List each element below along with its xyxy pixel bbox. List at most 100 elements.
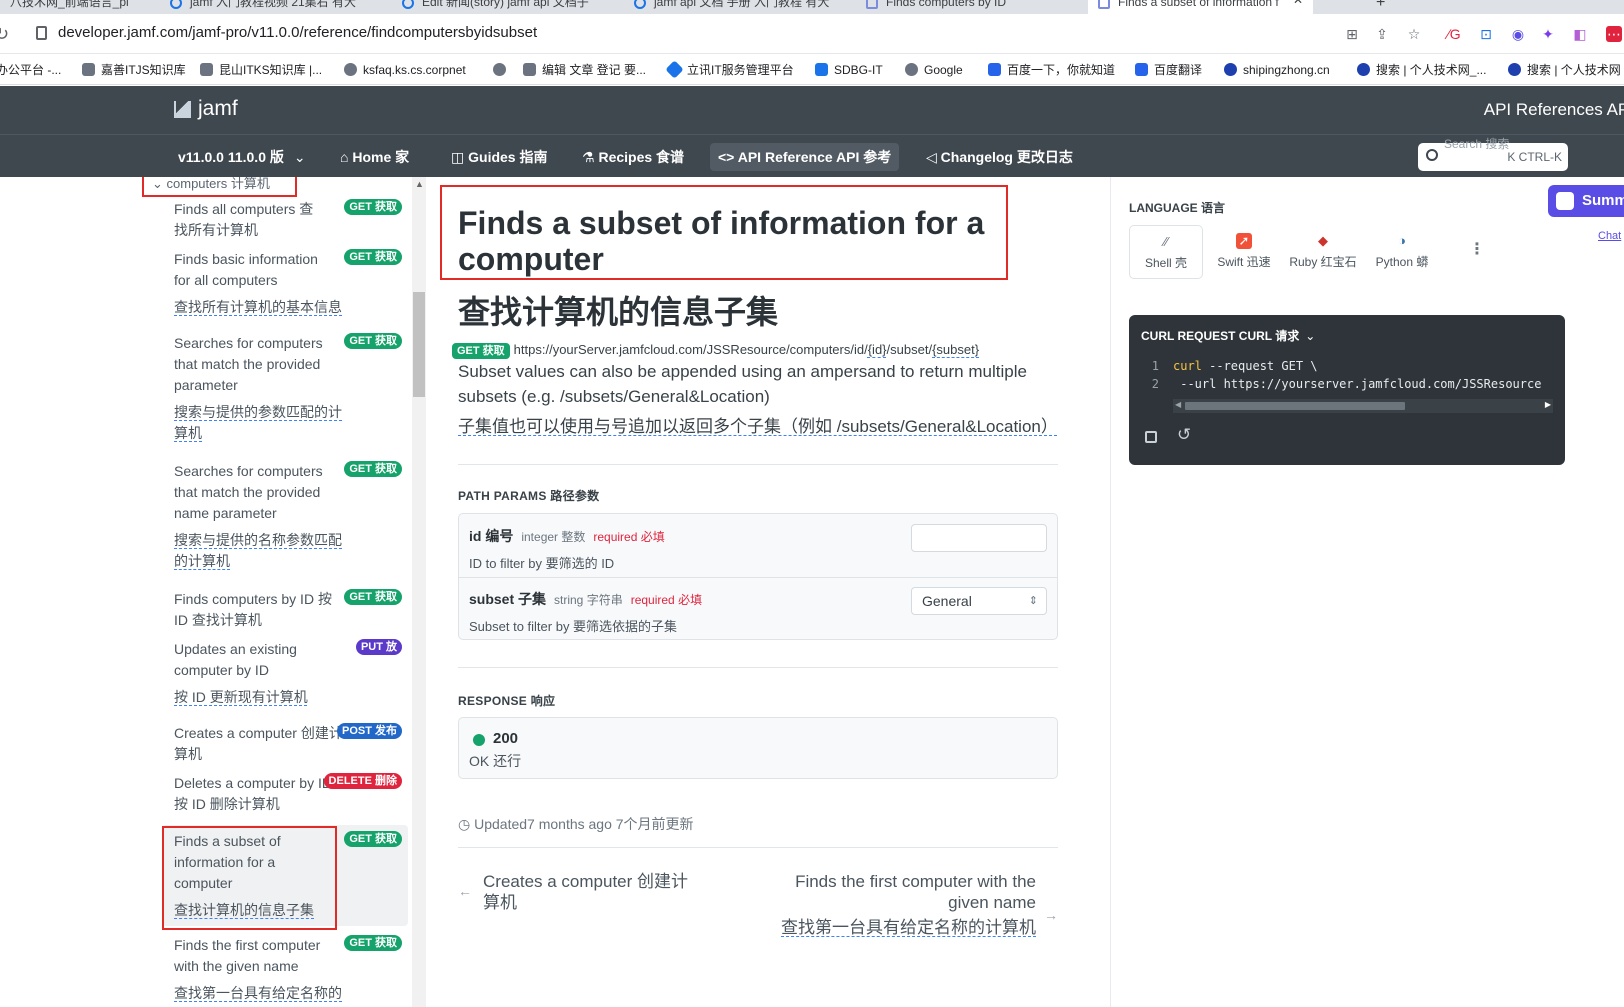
bookmark-icon <box>200 63 213 76</box>
page-title-zh: 查找计算机的信息子集 <box>458 294 779 330</box>
lang-python[interactable]: ◑ Python 蟒 <box>1365 225 1439 279</box>
tab-label: jamf 入门教程视频 21集右 有大 <box>190 0 357 9</box>
copy-icon[interactable] <box>1145 431 1157 443</box>
tab-favicon-icon <box>170 0 182 9</box>
bookmark-item[interactable]: SDBG-IT <box>815 55 883 84</box>
method-badge: GET 获取 <box>344 589 402 605</box>
bookmark-item[interactable]: 编辑 文章 登记 要... <box>523 55 646 84</box>
response-card[interactable]: 200 OK 还行 <box>458 717 1058 779</box>
ruby-icon: ◆ <box>1318 233 1328 248</box>
summarize-button[interactable]: Summ <box>1548 185 1624 217</box>
method-badge: GET 获取 <box>344 333 402 349</box>
tab-close-icon[interactable]: ✕ <box>1293 0 1303 6</box>
lang-ruby[interactable]: ◆ Ruby 红宝石 <box>1286 225 1360 279</box>
sidebar-item[interactable]: Creates a computer 创建计算机 POST 发布 <box>174 723 404 765</box>
browser-tab[interactable]: Edit 新闻(story) jamf api 文档子 <box>392 0 617 14</box>
scroll-right-icon[interactable]: ▶ <box>1545 400 1551 409</box>
search-box[interactable]: Search 搜索 K CTRL-K <box>1418 137 1568 171</box>
extension-icon[interactable]: ⋯ <box>1606 26 1622 42</box>
bookmark-item[interactable]: 搜索 | 个人技术网 <box>1508 55 1621 84</box>
nav-changelog[interactable]: ◁ Changelog 更改日志 <box>918 143 1081 171</box>
translate-extension-icon[interactable]: ⊡ <box>1478 26 1494 42</box>
bookmark-item[interactable]: 办公平台 -... <box>0 55 61 84</box>
browser-tab-active[interactable]: Finds a subset of information f ✕ <box>1088 0 1313 14</box>
bookmark-item[interactable]: 百度一下，你就知道 <box>988 55 1115 84</box>
nav-home[interactable]: ⌂ Home 家 <box>332 143 417 171</box>
bookmark-item[interactable]: shipingzhong.cn <box>1224 55 1330 84</box>
next-page-link[interactable]: Finds the first computer with the given … <box>780 871 1058 938</box>
bookmark-item[interactable]: Google <box>905 55 963 84</box>
code-icon: <> <box>718 149 738 165</box>
arrow-left-icon: ← <box>458 883 472 899</box>
browser-tab[interactable]: jamf 入门教程视频 21集右 有大 <box>160 0 385 14</box>
sidebar-item[interactable]: Finds basic information for all computer… <box>174 249 404 318</box>
extension-icon[interactable]: ◉ <box>1510 26 1526 42</box>
scroll-up-icon[interactable]: ▲ <box>415 179 424 189</box>
extension-icon[interactable]: ∕G <box>1446 26 1462 42</box>
sparkle-icon[interactable]: ✦ <box>1540 26 1556 42</box>
python-icon: ◑ <box>1398 233 1406 248</box>
id-input[interactable] <box>911 524 1047 552</box>
browser-tab[interactable]: Finds computers by ID <box>856 0 1081 14</box>
url-field[interactable]: developer.jamf.com/jamf-pro/v11.0.0/refe… <box>58 24 537 41</box>
reload-icon[interactable]: ↻ <box>0 24 9 45</box>
subset-select[interactable]: General ⇕ <box>911 587 1047 615</box>
sidebar-scrollbar[interactable]: ▲ <box>412 177 426 1007</box>
sidebar-category-computers[interactable]: ⌄ computers 计算机 <box>142 177 297 197</box>
bookmark-item[interactable] <box>493 55 512 84</box>
sidebar-item[interactable]: Finds the first computer with the given … <box>174 935 404 1004</box>
chat-link[interactable]: Chat <box>1598 230 1621 242</box>
sidebar-item[interactable]: Finds computers by ID 按 ID 查找计算机 GET 获取 <box>174 589 404 631</box>
browser-tab[interactable]: jamf api 文档 手册 入门教程 有大 <box>624 0 849 14</box>
sidebar-item[interactable]: Searches for computers that match the pr… <box>174 333 404 444</box>
bookmark-star-icon[interactable]: ☆ <box>1406 26 1422 42</box>
nav-guides[interactable]: ◫ Guides 指南 <box>443 143 555 171</box>
response-label: RESPONSE 响应 <box>458 694 556 708</box>
more-languages-icon[interactable]: ⋮ <box>1469 239 1485 259</box>
scroll-left-icon[interactable]: ◀ <box>1175 400 1181 409</box>
bookmark-icon <box>523 63 536 76</box>
lang-swift[interactable]: ➚ Swift 迅速 <box>1207 225 1281 279</box>
sidebar-item[interactable]: Finds all computers 查找所有计算机 GET 获取 <box>174 199 404 241</box>
share-icon[interactable]: ⇪ <box>1374 26 1390 42</box>
bookmark-item[interactable]: 嘉善ITJS知识库 <box>82 55 186 84</box>
sidebar-item[interactable]: Deletes a computer by ID 按 ID 删除计算机 DELE… <box>174 773 404 815</box>
nav-recipes[interactable]: ⚗ Recipes 食谱 <box>574 143 692 171</box>
curl-request-header[interactable]: CURL REQUEST CURL 请求 ⌄ <box>1141 327 1315 344</box>
bookmark-item[interactable]: 百度翻译 <box>1135 55 1202 84</box>
scrollbar-thumb[interactable] <box>1185 402 1405 410</box>
scrollbar-thumb[interactable] <box>413 292 425 397</box>
new-tab-button[interactable]: + <box>1368 0 1398 14</box>
header-links[interactable]: API References API <box>1484 100 1624 120</box>
code-panel: CURL REQUEST CURL 请求 ⌄ 1 curl --request GE… <box>1129 315 1565 465</box>
method-badge: GET 获取 <box>344 831 402 847</box>
translate-icon[interactable]: ⊞ <box>1344 26 1360 42</box>
prev-page-link[interactable]: ← Creates a computer 创建计算机 <box>458 871 718 913</box>
baidu-icon <box>988 63 1001 76</box>
bookmark-item[interactable]: 昆山ITKS知识库 |... <box>200 55 322 84</box>
tab-label: Edit 新闻(story) jamf api 文档子 <box>422 0 589 9</box>
method-badge: GET 获取 <box>344 935 402 951</box>
param-subset: subset 子集 string 字符串 required 必填 Subset to… <box>469 591 703 634</box>
version-selector[interactable]: v11.0.0 11.0.0 版 ⌄ <box>170 143 314 171</box>
sidebar-item-active[interactable]: Finds a subset of information for a comp… <box>174 831 404 921</box>
lang-shell[interactable]: ∕∕ Shell 壳 <box>1129 225 1203 279</box>
browser-tab[interactable]: 八技术网_前端语言_pl <box>0 0 150 14</box>
bookmark-icon <box>82 63 95 76</box>
extension-icon[interactable]: ◧ <box>1572 26 1588 42</box>
chevron-down-icon: ⌄ <box>1305 329 1316 343</box>
browser-tab-strip: 八技术网_前端语言_pl jamf 入门教程视频 21集右 有大 Edit 新闻… <box>0 0 1624 14</box>
nav-api-reference[interactable]: <> API Reference API 参考 <box>710 143 900 171</box>
jamf-logo[interactable]: jamf <box>174 96 238 122</box>
sidebar-item[interactable]: Searches for computers that match the pr… <box>174 461 404 572</box>
bookmark-item[interactable]: ksfaq.ks.cs.corpnet <box>344 55 466 84</box>
code-hscrollbar[interactable]: ◀ ▶ <box>1173 399 1553 413</box>
sidebar-item[interactable]: Updates an existing computer by ID 按 ID … <box>174 639 404 708</box>
method-badge: GET 获取 <box>452 343 510 359</box>
lock-icon[interactable] <box>36 26 47 40</box>
bookmark-item[interactable]: 搜索 | 个人技术网_... <box>1357 55 1486 84</box>
path-param-subset: {subset} <box>932 342 980 357</box>
bookmark-item[interactable]: 立讯IT服务管理平台 <box>665 55 794 84</box>
home-icon: ⌂ <box>340 149 353 165</box>
reset-icon[interactable]: ↺ <box>1177 425 1191 445</box>
